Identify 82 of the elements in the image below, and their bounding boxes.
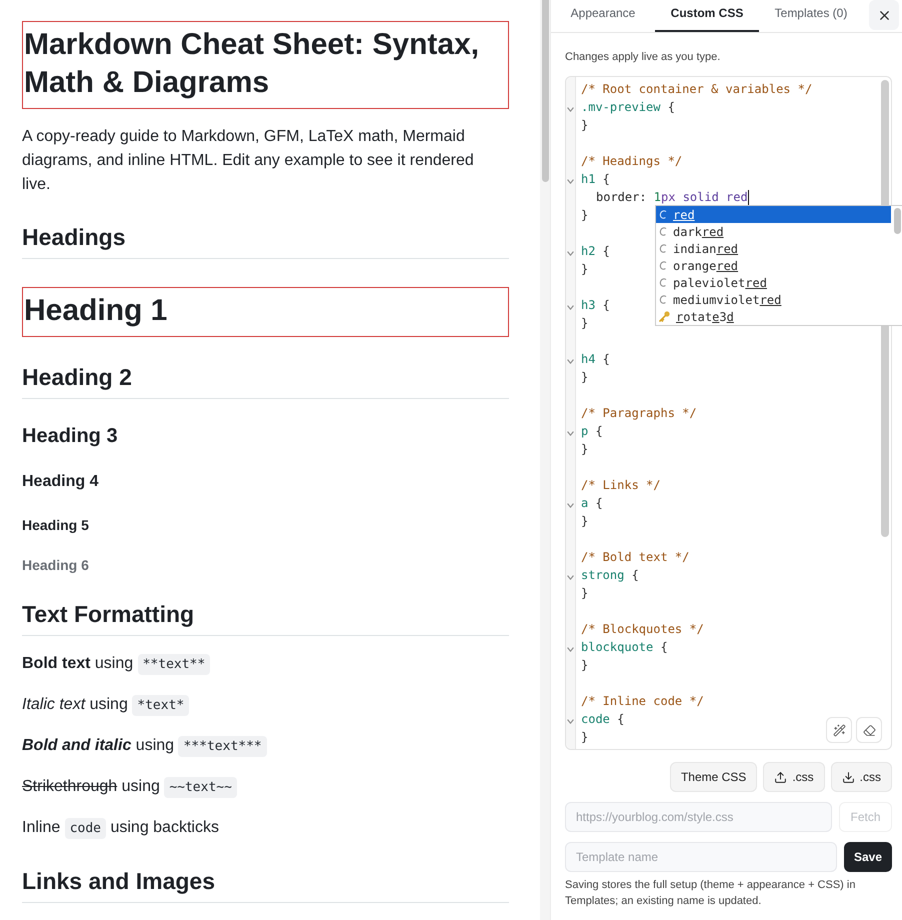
completion-option[interactable]: dark red <box>656 223 891 240</box>
paragraph: A copy-ready guide to Markdown, GFM, LaTeX math, Mermaid diagrams, and inline HTML. Edit any example to see it rendered live. <box>22 127 475 195</box>
paragraph: Strikethrough using ~~text~~ <box>22 775 492 800</box>
code-line: h3 { <box>581 297 610 314</box>
code-line: } <box>581 261 588 278</box>
note-text: Saving stores the full setup (theme + appearance + CSS) in Templates; an existing name is updated. <box>565 878 856 909</box>
tab[interactable]: Templates (0) <box>759 0 863 32</box>
chevron-down-icon[interactable] <box>567 574 574 580</box>
chevron-down-icon[interactable] <box>567 502 574 508</box>
code-line: /* Root container & variables */ <box>581 81 812 98</box>
code-line: /* Blockquotes */ <box>581 621 704 638</box>
code-line: } <box>581 117 588 134</box>
heading: Heading 6 <box>22 556 90 574</box>
chevron-down-icon[interactable] <box>567 358 574 364</box>
theme-css-button[interactable]: Theme CSS <box>670 762 758 792</box>
chevron-down-icon[interactable] <box>567 304 574 310</box>
tab[interactable]: Custom CSS <box>655 0 759 32</box>
heading: Heading 5 <box>22 516 90 534</box>
paragraph: Inline code using backticks <box>22 816 492 841</box>
code-line: a { <box>581 495 603 512</box>
code-line: .mv-preview { <box>581 99 675 116</box>
close-button[interactable] <box>869 0 899 30</box>
heading: Links and Images <box>22 867 509 903</box>
chevron-down-icon[interactable] <box>567 106 574 112</box>
upload-button[interactable]: .css <box>763 762 825 792</box>
code-line: code { <box>581 711 624 728</box>
heading: Heading 2 <box>22 363 509 399</box>
url-field[interactable]: https://yourblog.com/style.css <box>565 802 832 832</box>
scrollbar-thumb[interactable] <box>542 0 548 182</box>
chevron-down-icon[interactable] <box>567 178 574 184</box>
heading: Markdown Cheat Sheet: Syntax, Math & Diagrams <box>22 21 509 109</box>
code-line: h1 { <box>581 171 610 188</box>
paragraph: Bold text using **text** <box>22 652 492 677</box>
eraser-icon <box>862 724 876 736</box>
code-line: /* Links */ <box>581 477 660 494</box>
code-line: } <box>581 585 588 602</box>
template-name-field[interactable]: Template name <box>565 842 837 872</box>
chevron-down-icon[interactable] <box>567 718 574 724</box>
completion-option[interactable]: indian red <box>656 240 891 257</box>
code-line: blockquote { <box>581 639 668 656</box>
tab[interactable]: Appearance <box>551 0 655 32</box>
upload-icon <box>774 770 788 784</box>
key-icon <box>659 311 670 322</box>
hint-text: Changes apply live as you type. <box>565 50 722 64</box>
heading: Headings <box>22 223 509 259</box>
completion-option[interactable]: mediumviolet red <box>656 291 891 308</box>
completion-option[interactable]: orange red <box>656 257 891 274</box>
heading: Text Formatting <box>22 600 509 636</box>
code-line: } <box>581 441 588 458</box>
code-line: strong { <box>581 567 639 584</box>
magic-wand-button[interactable] <box>826 717 852 743</box>
code-line: /* Bold text */ <box>581 549 690 566</box>
code-line: } <box>581 513 588 530</box>
code-line: /* Inline code */ <box>581 693 704 710</box>
completion-option[interactable]: rotate3d <box>656 308 891 325</box>
code-line: } <box>581 729 588 746</box>
code-line: } <box>581 369 588 386</box>
completion-option[interactable]: paleviolet red <box>656 274 891 291</box>
magic-wand-icon <box>832 724 846 736</box>
code-line: p { <box>581 423 603 440</box>
heading: Heading 4 <box>22 472 100 492</box>
code-line: border: 1px solid red <box>596 189 748 206</box>
code-line: /* Headings */ <box>581 153 682 170</box>
scrollbar-thumb[interactable] <box>894 208 901 234</box>
paragraph: Bold and italic using ***text*** <box>22 734 492 759</box>
heading: Heading 1 <box>22 287 509 337</box>
save-button[interactable]: Save <box>844 842 892 872</box>
completion-option[interactable]: red <box>656 206 891 223</box>
chevron-down-icon[interactable] <box>567 430 574 436</box>
download-icon <box>842 770 855 784</box>
code-line: } <box>581 207 588 224</box>
paragraph: Italic text using *text* <box>22 693 492 718</box>
chevron-down-icon[interactable] <box>567 250 574 256</box>
code-line: } <box>581 315 588 332</box>
eraser-button[interactable] <box>856 717 882 743</box>
chevron-down-icon[interactable] <box>567 646 574 652</box>
code-line: /* Paragraphs */ <box>581 405 697 422</box>
code-line: h2 { <box>581 243 610 260</box>
code-line: h4 { <box>581 351 610 368</box>
code-line: } <box>581 657 588 674</box>
heading: Heading 3 <box>22 424 119 448</box>
download-button[interactable]: .css <box>830 762 892 792</box>
